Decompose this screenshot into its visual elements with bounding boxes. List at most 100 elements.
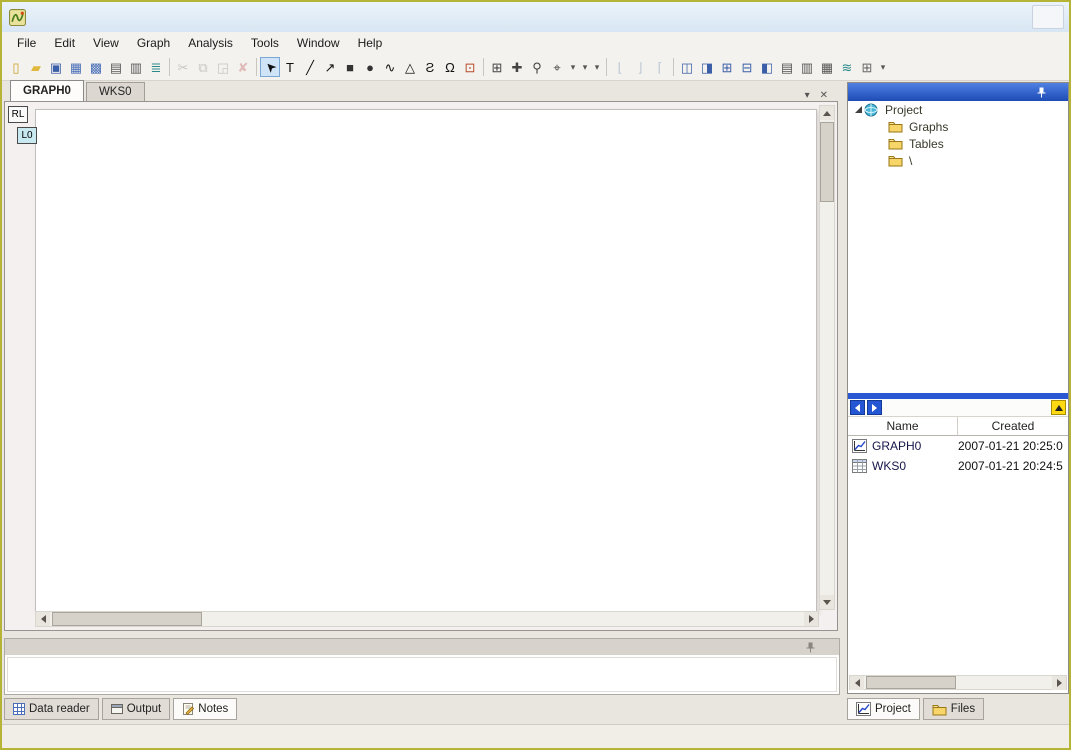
brush-dropdown-button[interactable]: ▾ (591, 57, 603, 77)
zoom-dropdown-button[interactable]: ▾ (567, 57, 579, 77)
maximize-button[interactable] (999, 5, 1029, 27)
curve-tool-button[interactable]: ∿ (380, 57, 400, 77)
new-worksheet-button[interactable]: ▦ (66, 57, 86, 77)
minimize-button[interactable] (966, 5, 996, 27)
new-document-button[interactable]: ▯ (6, 57, 26, 77)
tab-label: Project (875, 703, 911, 715)
polygon-tool-button[interactable]: △ (400, 57, 420, 77)
tab-output[interactable]: Output (101, 698, 171, 720)
notes-panel-header[interactable] (5, 639, 839, 655)
item-list-horizontal-scrollbar[interactable] (849, 675, 1067, 690)
layout-tool-button[interactable]: ⊞ (487, 57, 507, 77)
tree-item-root-folder[interactable]: \ (848, 152, 1068, 169)
notes-text-input[interactable] (7, 657, 837, 692)
closed-spline-tool-button[interactable]: Ω (440, 57, 460, 77)
print-button[interactable]: ▤ (106, 57, 126, 77)
history-forward-button[interactable] (867, 400, 882, 415)
folder-up-button[interactable] (1051, 400, 1066, 415)
toolbar-overflow-button[interactable]: ▾ (877, 57, 889, 77)
tree-item-project[interactable]: Project (848, 101, 1068, 118)
rescale-axes-button[interactable]: ⌖ (547, 57, 567, 77)
paste-icon: ◲ (216, 59, 230, 75)
close-button[interactable] (1032, 5, 1064, 29)
close-document-icon[interactable]: ✕ (820, 90, 828, 101)
set-column-x-button[interactable]: ◫ (677, 57, 697, 77)
window-list-icon[interactable]: ▾ (805, 90, 810, 101)
panel-tab-files[interactable]: Files (922, 698, 985, 720)
graph-horizontal-scrollbar[interactable] (35, 611, 819, 627)
scroll-right-icon[interactable] (1052, 676, 1066, 690)
pointer-tool-button[interactable]: ➤ (260, 57, 280, 77)
scroll-down-icon[interactable] (820, 595, 834, 609)
project-panel-header[interactable] (848, 83, 1068, 101)
worksheet-functions-button[interactable]: ≋ (837, 57, 857, 77)
tab-data-reader[interactable]: Data reader (4, 698, 99, 720)
new-graph-button[interactable]: ▩ (86, 57, 106, 77)
rectangle-tool-button[interactable]: ■ (340, 57, 360, 77)
scrollbar-thumb[interactable] (866, 676, 956, 689)
set-column-y-button[interactable]: ◨ (697, 57, 717, 77)
scrollbar-thumb[interactable] (820, 122, 834, 202)
menu-file[interactable]: File (8, 33, 45, 53)
scrollbar-thumb[interactable] (52, 612, 202, 626)
graph-page[interactable] (35, 109, 817, 613)
edit-text-tool-button[interactable]: ⊡ (460, 57, 480, 77)
list-item-wks0[interactable]: WKS0 2007-01-21 20:24:5 (848, 456, 1068, 476)
add-data-columns-button[interactable]: ⊞ (717, 57, 737, 77)
add-property-columns-button[interactable]: ⊟ (737, 57, 757, 77)
title-bar[interactable] (2, 2, 1069, 32)
text-tool-button[interactable]: T (280, 57, 300, 77)
root-layer-button[interactable]: RL (8, 106, 28, 123)
worksheet-plot-scatter-button[interactable]: ▥ (797, 57, 817, 77)
ellipse-tool-button[interactable]: ● (360, 57, 380, 77)
menu-window[interactable]: Window (288, 33, 349, 53)
graph-vertical-scrollbar[interactable] (819, 105, 835, 610)
line-tool-button[interactable]: ╱ (300, 57, 320, 77)
worksheet-plot-both-button[interactable]: ▦ (817, 57, 837, 77)
worksheet-functions-icon: ≋ (841, 59, 853, 75)
column-header-created[interactable]: Created (958, 417, 1068, 435)
menu-help[interactable]: Help (349, 33, 392, 53)
pin-icon[interactable] (802, 642, 818, 653)
move-tool-button[interactable]: ✚ (507, 57, 527, 77)
scroll-left-icon[interactable] (850, 676, 864, 690)
history-back-button[interactable] (850, 400, 865, 415)
menu-view[interactable]: View (84, 33, 128, 53)
edit-text-tool-icon: ⊡ (464, 59, 476, 75)
notes-panel-body (5, 655, 839, 694)
scroll-up-icon[interactable] (820, 106, 834, 120)
scroll-left-icon[interactable] (36, 612, 50, 626)
arrow-tool-button[interactable]: ↗ (320, 57, 340, 77)
pin-icon[interactable] (1034, 87, 1049, 98)
layer-0-button[interactable]: L0 (17, 127, 37, 144)
set-column-group-button[interactable]: ◧ (757, 57, 777, 77)
open-project-button[interactable]: ▰ (26, 57, 46, 77)
tab-graph0[interactable]: GRAPH0 (10, 80, 84, 101)
menu-edit[interactable]: Edit (45, 33, 84, 53)
tab-notes[interactable]: Notes (173, 698, 238, 720)
worksheet-plot-line-button[interactable]: ▤ (777, 57, 797, 77)
graph-view: RL L0 (4, 101, 838, 631)
open-spline-tool-button[interactable]: Ƨ (420, 57, 440, 77)
scroll-right-icon[interactable] (804, 612, 818, 626)
menu-tools[interactable]: Tools (242, 33, 288, 53)
project-options-button[interactable]: ≣ (146, 57, 166, 77)
tab-wks0[interactable]: WKS0 (85, 82, 145, 101)
extra-tools-button[interactable]: ⊞ (857, 57, 877, 77)
menu-graph[interactable]: Graph (128, 33, 179, 53)
list-item-graph0[interactable]: GRAPH0 2007-01-21 20:25:0 (848, 436, 1068, 456)
column-header-name[interactable]: Name (848, 417, 958, 435)
menu-analysis[interactable]: Analysis (179, 33, 242, 53)
pen-dropdown-button[interactable]: ▾ (579, 57, 591, 77)
tree-item-graphs[interactable]: Graphs (848, 118, 1068, 135)
new-document-icon: ▯ (12, 59, 20, 75)
panel-tab-project[interactable]: Project (847, 698, 920, 720)
tab-label: Output (126, 703, 162, 715)
tree-item-tables[interactable]: Tables (848, 135, 1068, 152)
print-options-button[interactable]: ▥ (126, 57, 146, 77)
vertical-splitter[interactable] (838, 81, 847, 695)
horizontal-splitter[interactable] (4, 631, 838, 638)
save-project-button[interactable]: ▣ (46, 57, 66, 77)
zoom-tool-button[interactable]: ⚲ (527, 57, 547, 77)
tree-expander-icon[interactable] (852, 106, 864, 113)
